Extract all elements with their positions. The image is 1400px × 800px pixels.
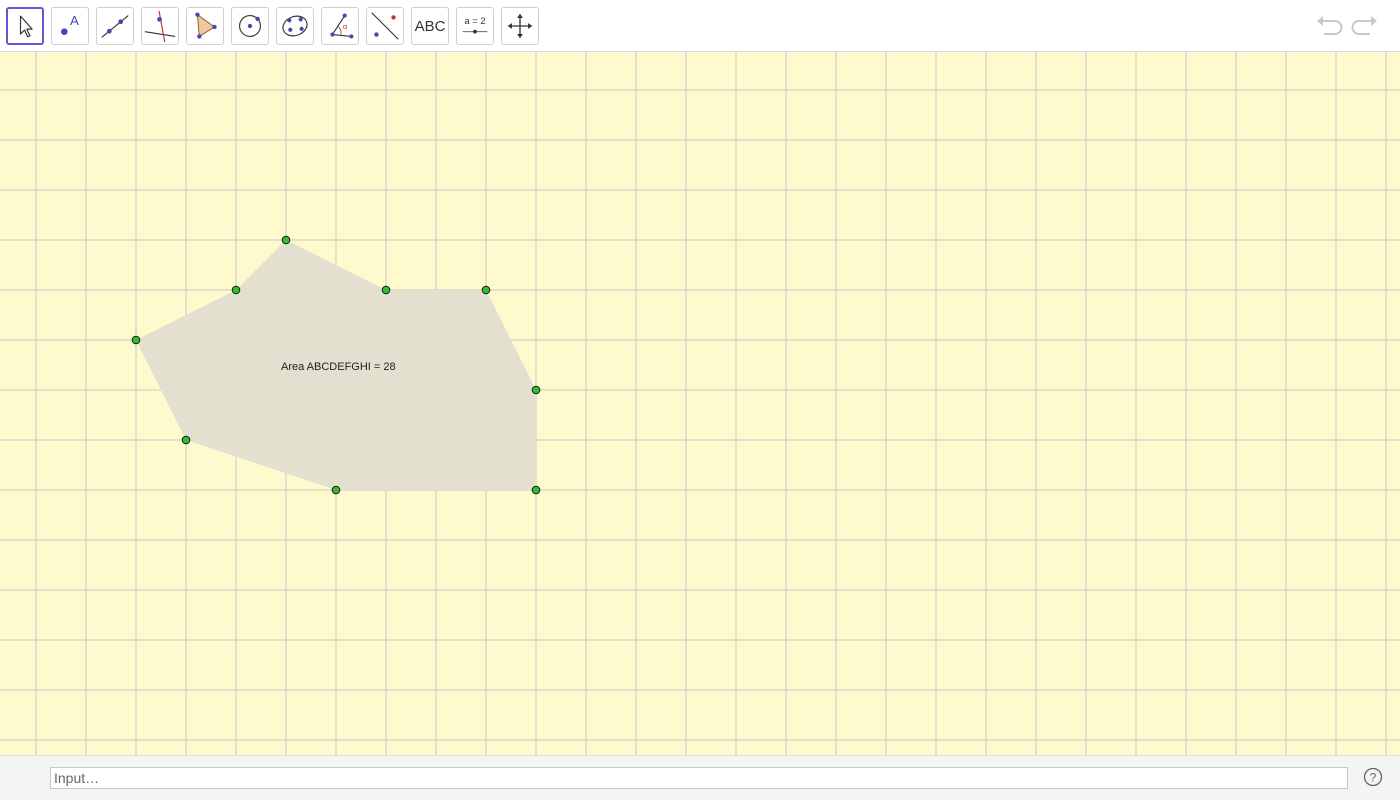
- circle-center-point-icon: [239, 15, 261, 37]
- perpendicular-line-icon: [144, 10, 176, 43]
- slider-icon: a = 2: [462, 16, 488, 34]
- reflect-tool[interactable]: [366, 7, 404, 45]
- conic-five-points-icon: [282, 15, 308, 37]
- polygon-icon: [195, 12, 217, 39]
- point-tool[interactable]: A: [51, 7, 89, 45]
- vertex-point[interactable]: [131, 335, 141, 345]
- svg-text:?: ?: [1370, 771, 1377, 785]
- polygon-tool[interactable]: [186, 7, 224, 45]
- algebra-input[interactable]: [50, 767, 1348, 789]
- vertex-point[interactable]: [331, 485, 341, 495]
- vertex-point[interactable]: [531, 385, 541, 395]
- redo-icon[interactable]: [1350, 12, 1380, 42]
- input-bar: [0, 755, 1400, 800]
- vertex-point[interactable]: [231, 285, 241, 295]
- angle-icon: α: [330, 13, 354, 39]
- move-graphics-view-icon: [507, 13, 533, 39]
- arrow-cursor-icon: [19, 15, 33, 38]
- graphics-view[interactable]: Area ABCDEFGHI = 28: [0, 52, 1400, 755]
- graphics-svg: [0, 52, 1400, 755]
- move-graphics-tool[interactable]: [501, 7, 539, 45]
- undo-icon[interactable]: [1314, 12, 1344, 42]
- toolbar: A α ABC a = 2: [0, 0, 1400, 52]
- line-through-points-icon: [101, 15, 129, 38]
- point-tool-label: A: [70, 13, 79, 28]
- move-tool[interactable]: [6, 7, 44, 45]
- line-tool[interactable]: [96, 7, 134, 45]
- circle-tool[interactable]: [231, 7, 269, 45]
- vertex-point[interactable]: [181, 435, 191, 445]
- reflect-about-line-icon: [371, 12, 399, 40]
- angle-tool-label: α: [343, 22, 348, 31]
- vertex-point[interactable]: [531, 485, 541, 495]
- vertex-point[interactable]: [281, 235, 291, 245]
- text-icon: ABC: [414, 17, 446, 35]
- text-tool[interactable]: ABC: [411, 7, 449, 45]
- angle-tool[interactable]: α: [321, 7, 359, 45]
- vertex-point[interactable]: [481, 285, 491, 295]
- conic-tool[interactable]: [276, 7, 314, 45]
- perpendicular-tool[interactable]: [141, 7, 179, 45]
- slider-tool-label: a = 2: [464, 16, 485, 27]
- point-icon: A: [61, 13, 79, 35]
- help-icon[interactable]: ?: [1363, 767, 1383, 787]
- vertex-point[interactable]: [381, 285, 391, 295]
- slider-tool[interactable]: a = 2: [456, 7, 494, 45]
- area-label[interactable]: Area ABCDEFGHI = 28: [281, 361, 396, 373]
